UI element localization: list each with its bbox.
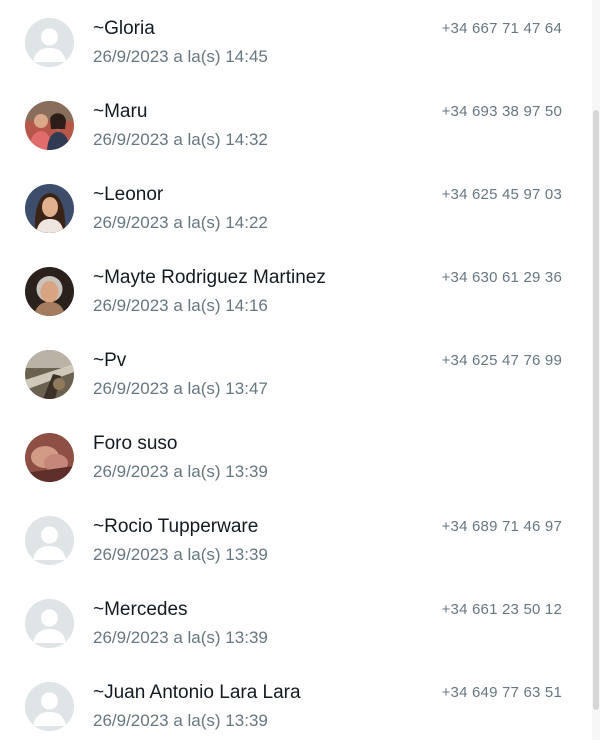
phone-number: +34 630 61 29 36 [441,269,562,286]
photo-avatar [25,433,74,482]
phone-number: +34 667 71 47 64 [441,20,562,37]
read-timestamp: 26/9/2023 a la(s) 13:47 [93,379,268,398]
photo-avatar [25,101,74,150]
read-timestamp: 26/9/2023 a la(s) 13:39 [93,462,268,481]
phone-number: +34 625 45 97 03 [441,186,562,203]
message-info-list: ~Gloria 26/9/2023 a la(s) 14:45 +34 667 … [0,0,592,740]
contact-name: ~Maru [93,101,148,122]
list-item[interactable]: ~Gloria 26/9/2023 a la(s) 14:45 +34 667 … [0,0,592,83]
phone-number: +34 689 71 46 97 [441,518,562,535]
read-timestamp: 26/9/2023 a la(s) 13:39 [93,711,268,730]
contact-name: ~Pv [93,350,127,371]
photo-avatar [25,267,74,316]
list-item[interactable]: ~Leonor 26/9/2023 a la(s) 14:22 +34 625 … [0,166,592,249]
scrollbar[interactable] [592,0,600,740]
default-avatar-icon [25,599,74,648]
list-item[interactable]: ~Mercedes 26/9/2023 a la(s) 13:39 +34 66… [0,581,592,664]
list-item[interactable]: ~Rocio Tupperware 26/9/2023 a la(s) 13:3… [0,498,592,581]
list-item[interactable]: ~Juan Antonio Lara Lara 26/9/2023 a la(s… [0,664,592,747]
phone-number: +34 693 38 97 50 [441,103,562,120]
default-avatar-icon [25,682,74,731]
read-timestamp: 26/9/2023 a la(s) 14:22 [93,213,268,232]
contact-name: ~Juan Antonio Lara Lara [93,682,301,703]
contact-name: ~Leonor [93,184,164,205]
scrollbar-thumb[interactable] [593,110,599,710]
list-item[interactable]: ~Pv 26/9/2023 a la(s) 13:47 +34 625 47 7… [0,332,592,415]
list-item[interactable]: ~Mayte Rodriguez Martinez 26/9/2023 a la… [0,249,592,332]
contact-name: ~Rocio Tupperware [93,516,259,537]
photo-avatar [25,350,74,399]
list-item[interactable]: ~Maru 26/9/2023 a la(s) 14:32 +34 693 38… [0,83,592,166]
phone-number: +34 625 47 76 99 [441,352,562,369]
default-avatar-icon [25,18,74,67]
read-timestamp: 26/9/2023 a la(s) 14:16 [93,296,268,315]
read-timestamp: 26/9/2023 a la(s) 13:39 [93,628,268,647]
default-avatar-icon [25,516,74,565]
list-item[interactable]: Foro suso 26/9/2023 a la(s) 13:39 [0,415,592,498]
photo-avatar [25,184,74,233]
contact-name: ~Mercedes [93,599,188,620]
read-timestamp: 26/9/2023 a la(s) 13:39 [93,545,268,564]
contact-name: ~Mayte Rodriguez Martinez [93,267,326,288]
contact-name: Foro suso [93,433,178,454]
phone-number: +34 649 77 63 51 [441,684,562,701]
read-timestamp: 26/9/2023 a la(s) 14:32 [93,130,268,149]
contact-name: ~Gloria [93,18,155,39]
read-timestamp: 26/9/2023 a la(s) 14:45 [93,47,268,66]
phone-number: +34 661 23 50 12 [441,601,562,618]
